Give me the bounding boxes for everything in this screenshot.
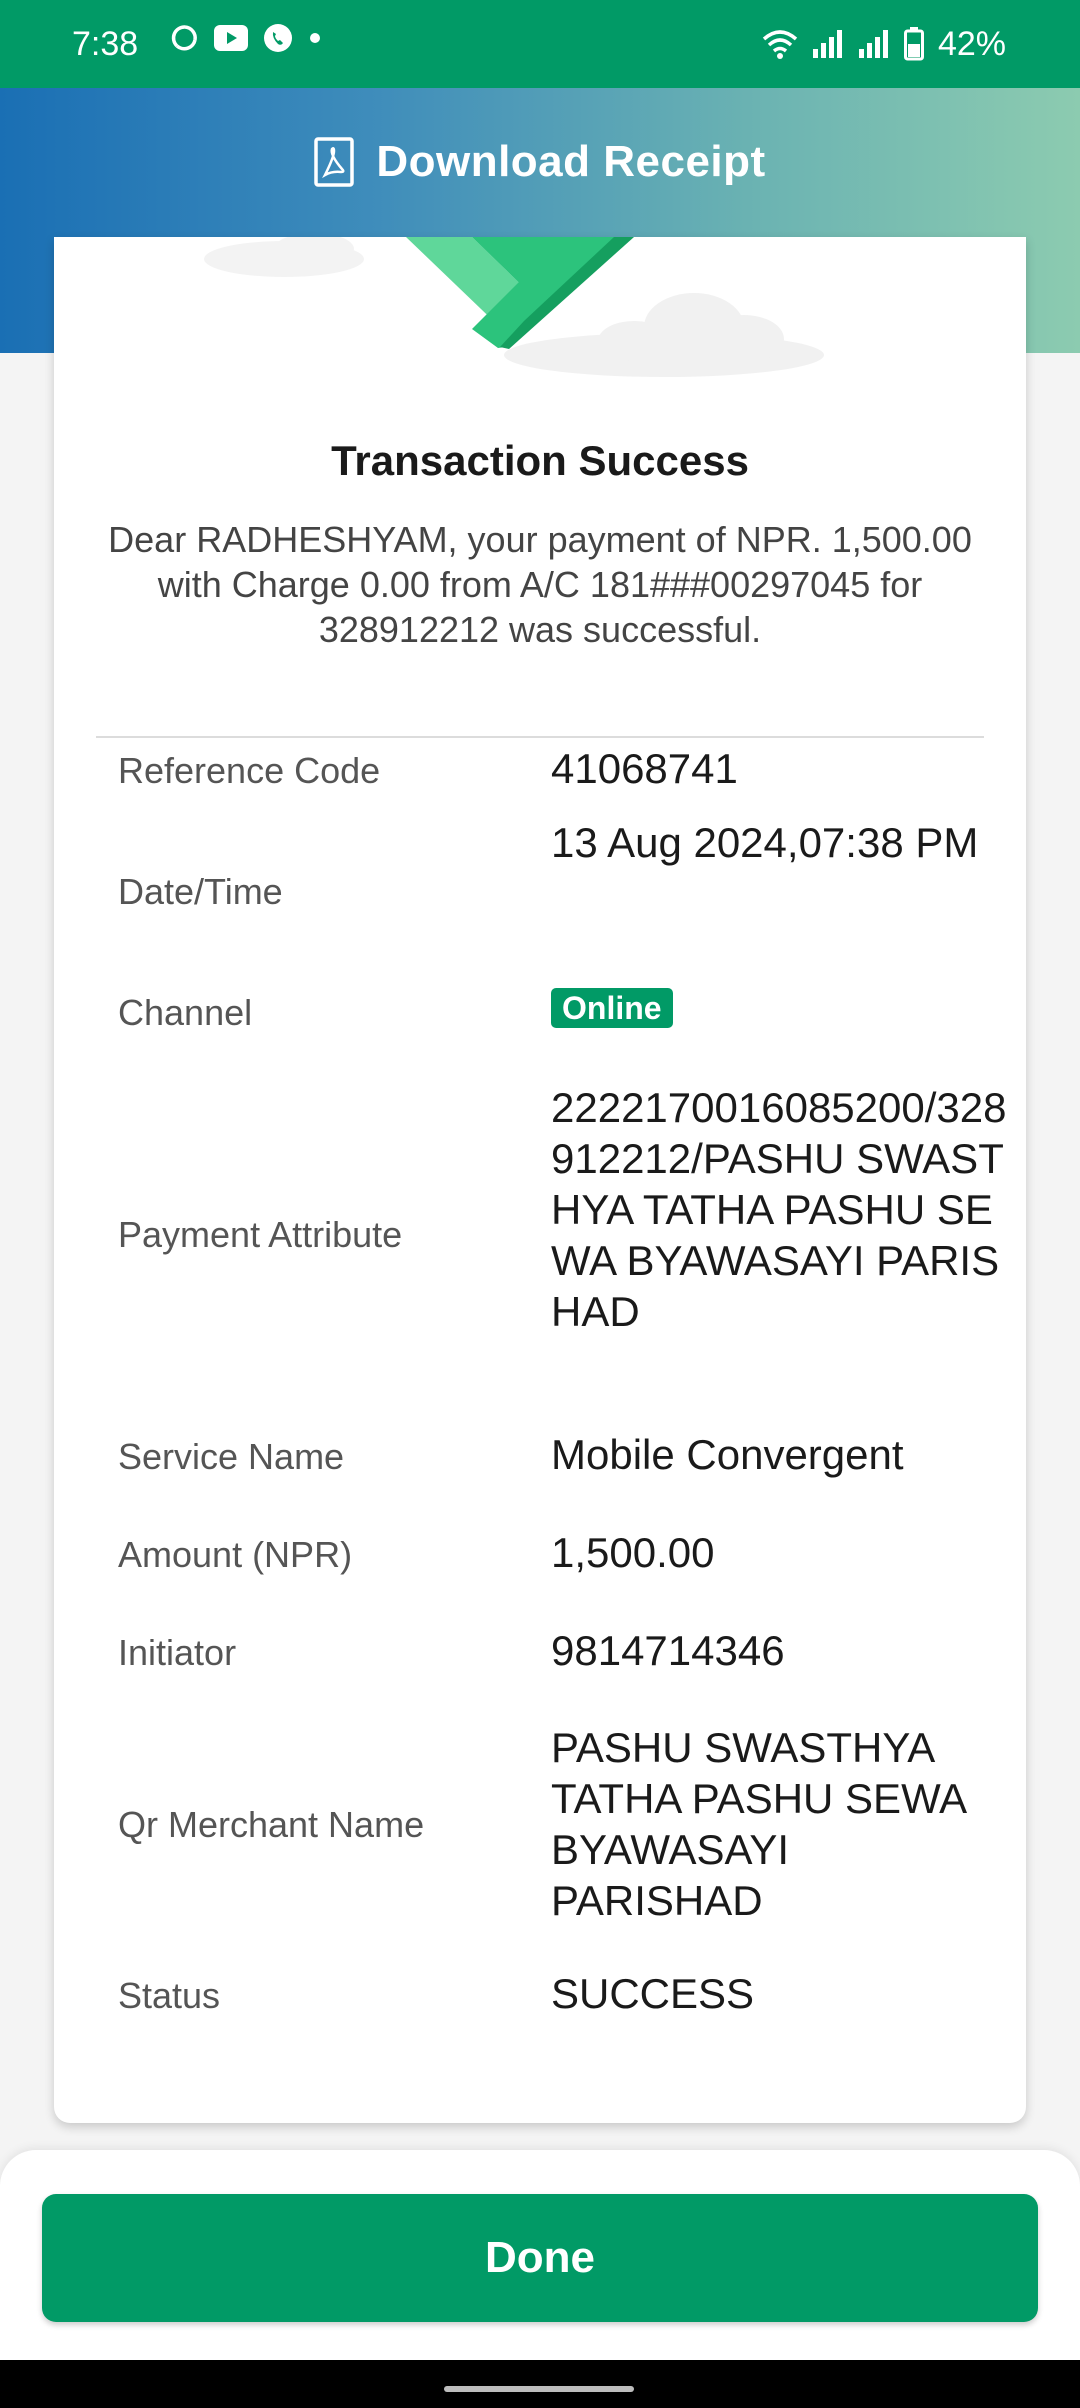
detail-value: PASHU SWASTHYA TATHA PASHU SEWA BYAWASAY…: [551, 1724, 965, 1924]
viber-icon: [264, 24, 292, 52]
transaction-message: Dear RADHESHYAM, your payment of NPR. 1,…: [108, 519, 972, 650]
detail-label: Channel: [118, 992, 253, 1033]
system-status: 42%: [762, 20, 1006, 68]
detail-value: Mobile Convergent: [551, 1431, 904, 1478]
transaction-title: Transaction Success: [331, 437, 749, 484]
detail-label: Service Name: [118, 1436, 345, 1477]
wifi-icon: [762, 30, 798, 59]
sync-icon: [171, 25, 197, 51]
dot-icon: [310, 33, 320, 43]
detail-value: 13 Aug 2024,07:38 PM: [551, 819, 979, 866]
status-value: SUCCESS: [551, 1970, 755, 2017]
detail-value: 1,500.00: [551, 1529, 715, 1576]
detail-label: Status: [118, 1975, 221, 2016]
detail-label: Amount (NPR): [118, 1534, 353, 1575]
detail-value: 2222170016085200/328912212/PASHU SWASTHY…: [551, 1084, 1007, 1335]
download-receipt-label: Download Receipt: [376, 137, 766, 186]
download-receipt-button[interactable]: Download Receipt: [0, 88, 1080, 236]
battery-percent: 42%: [937, 25, 1006, 63]
detail-value: 41068741: [551, 745, 738, 792]
gesture-handle[interactable]: [444, 2386, 634, 2392]
notification-icons: [170, 22, 322, 54]
youtube-icon: [214, 25, 248, 51]
detail-label: Payment Attribute: [118, 1214, 403, 1255]
signal-icon: [858, 30, 888, 58]
detail-value-wrap: Online: [551, 979, 1011, 1030]
detail-label: Qr Merchant Name: [118, 1804, 425, 1845]
battery-icon: [903, 27, 924, 61]
status-bar: 7:38 42%: [0, 0, 1080, 88]
pdf-file-icon: [314, 137, 355, 187]
signal-icon: [812, 30, 842, 58]
divider: [96, 736, 984, 738]
receipt-card: Transaction Success Dear RADHESHYAM, you…: [54, 237, 1026, 2123]
success-check-icon: [204, 237, 824, 377]
detail-value: 9814714346: [551, 1627, 785, 1674]
bottom-action-sheet: Done: [0, 2150, 1080, 2360]
detail-label: Date/Time: [118, 871, 283, 912]
navigation-bar: [0, 2360, 1080, 2408]
detail-label: Reference Code: [118, 750, 381, 791]
done-button[interactable]: Done: [42, 2194, 1038, 2322]
detail-label: Initiator: [118, 1632, 237, 1673]
status-time: 7:38: [72, 25, 139, 63]
channel-badge: Online: [551, 988, 673, 1028]
